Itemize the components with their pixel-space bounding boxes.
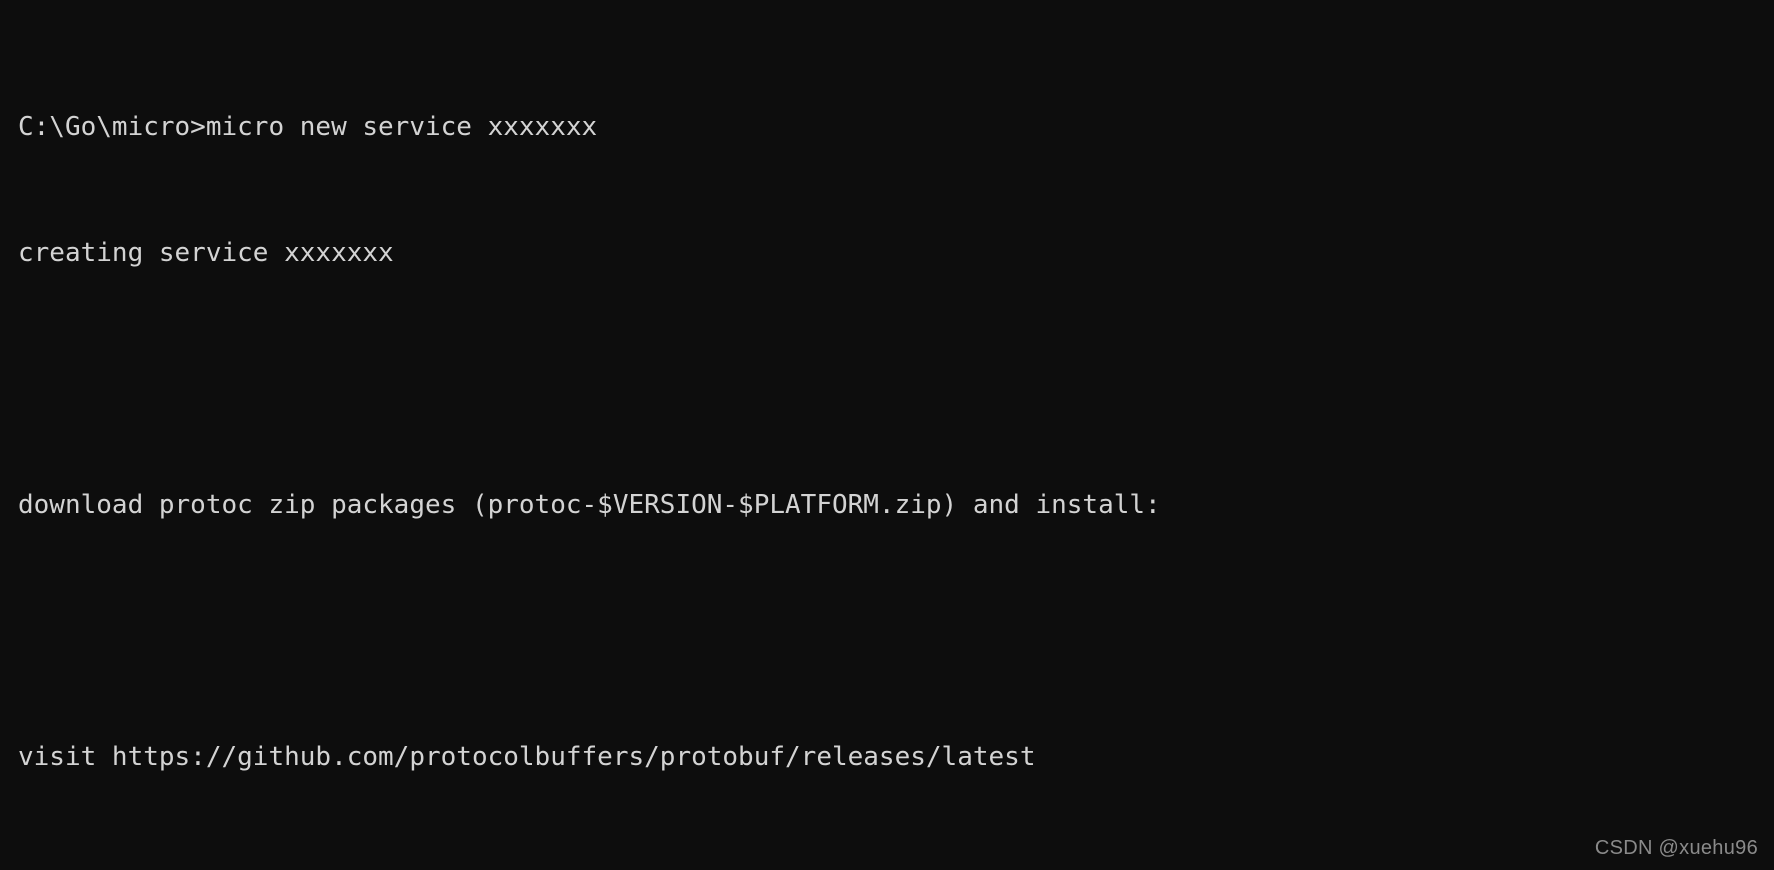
terminal-output[interactable]: C:\Go\micro>micro new service xxxxxxx cr… <box>18 22 1774 870</box>
watermark: CSDN @xuehu96 <box>1594 837 1758 859</box>
terminal-line: visit https://github.com/protocolbuffers… <box>18 742 1036 772</box>
terminal-line: creating service xxxxxxx <box>18 238 394 268</box>
terminal-line: C:\Go\micro>micro new service xxxxxxx <box>18 112 598 142</box>
terminal-window[interactable]: C:\Go\micro>micro new service xxxxxxx cr… <box>0 0 1774 870</box>
terminal-line: download protoc zip packages (protoc-$VE… <box>18 490 1161 520</box>
